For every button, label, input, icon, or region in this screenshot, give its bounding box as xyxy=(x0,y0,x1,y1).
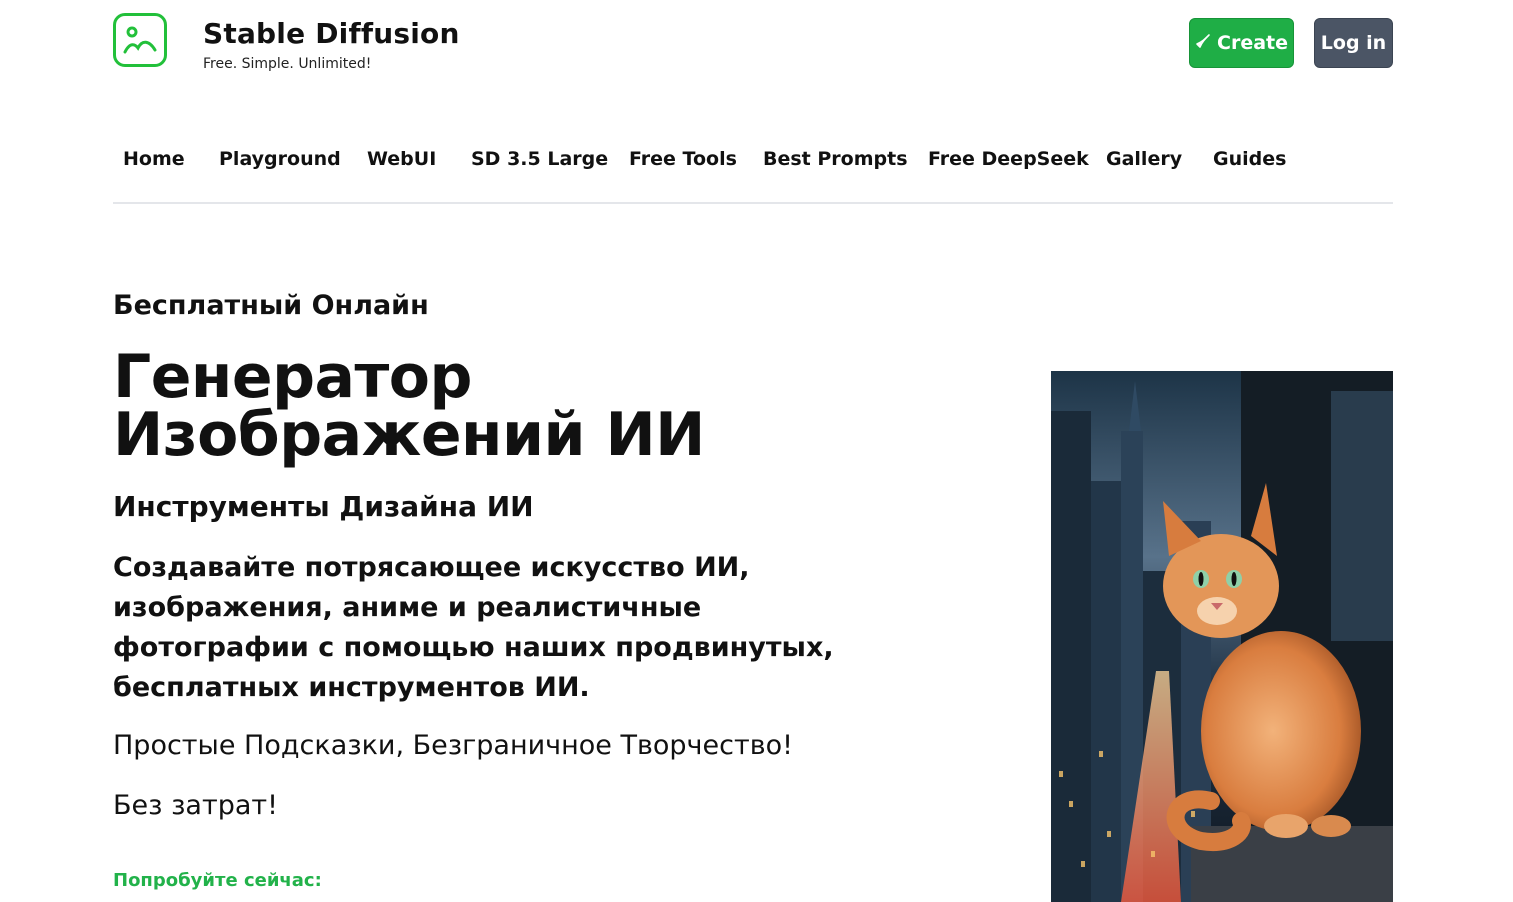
hero-cat-image xyxy=(1051,371,1393,902)
brand-name[interactable]: Stable Diffusion xyxy=(203,17,460,50)
nav-item-playground[interactable]: Playground xyxy=(219,148,341,170)
nav-item-gallery[interactable]: Gallery xyxy=(1106,148,1182,170)
nav-item-webui[interactable]: WebUI xyxy=(367,148,436,170)
rocket-icon xyxy=(1195,33,1211,53)
page-title: Генератор Изображений ИИ xyxy=(113,342,705,470)
create-label: Create xyxy=(1217,32,1288,54)
login-label: Log in xyxy=(1320,32,1387,54)
image-logo-icon[interactable] xyxy=(113,13,167,67)
nav-item-best-prompts[interactable]: Best Prompts xyxy=(763,148,908,170)
nav-item-free-deepseek[interactable]: Free DeepSeek xyxy=(928,148,1089,170)
nav-item-guides[interactable]: Guides xyxy=(1213,148,1286,170)
create-button[interactable]: Create xyxy=(1189,18,1294,68)
login-button[interactable]: Log in xyxy=(1314,18,1393,68)
nav-item-home[interactable]: Home xyxy=(123,148,185,170)
main-navigation: Home Playground WebUI SD 3.5 Large Free … xyxy=(113,140,1393,204)
try-now-label: Попробуйте сейчас: xyxy=(113,870,322,891)
nav-item-free-tools[interactable]: Free Tools xyxy=(629,148,737,170)
site-header: Stable Diffusion Free. Simple. Unlimited… xyxy=(113,13,1393,75)
brand-tagline: Free. Simple. Unlimited! xyxy=(203,56,372,72)
hero-kicker: Бесплатный Онлайн xyxy=(113,290,429,321)
nav-item-sd35-large[interactable]: SD 3.5 Large xyxy=(471,148,608,170)
hero-line-1: Простые Подсказки, Безграничное Творчест… xyxy=(113,730,793,761)
hero-lead: Создавайте потрясающее искусство ИИ, изо… xyxy=(113,552,834,703)
hero-subtitle: Инструменты Дизайна ИИ xyxy=(113,490,534,523)
hero-line-2: Без затрат! xyxy=(113,790,278,821)
